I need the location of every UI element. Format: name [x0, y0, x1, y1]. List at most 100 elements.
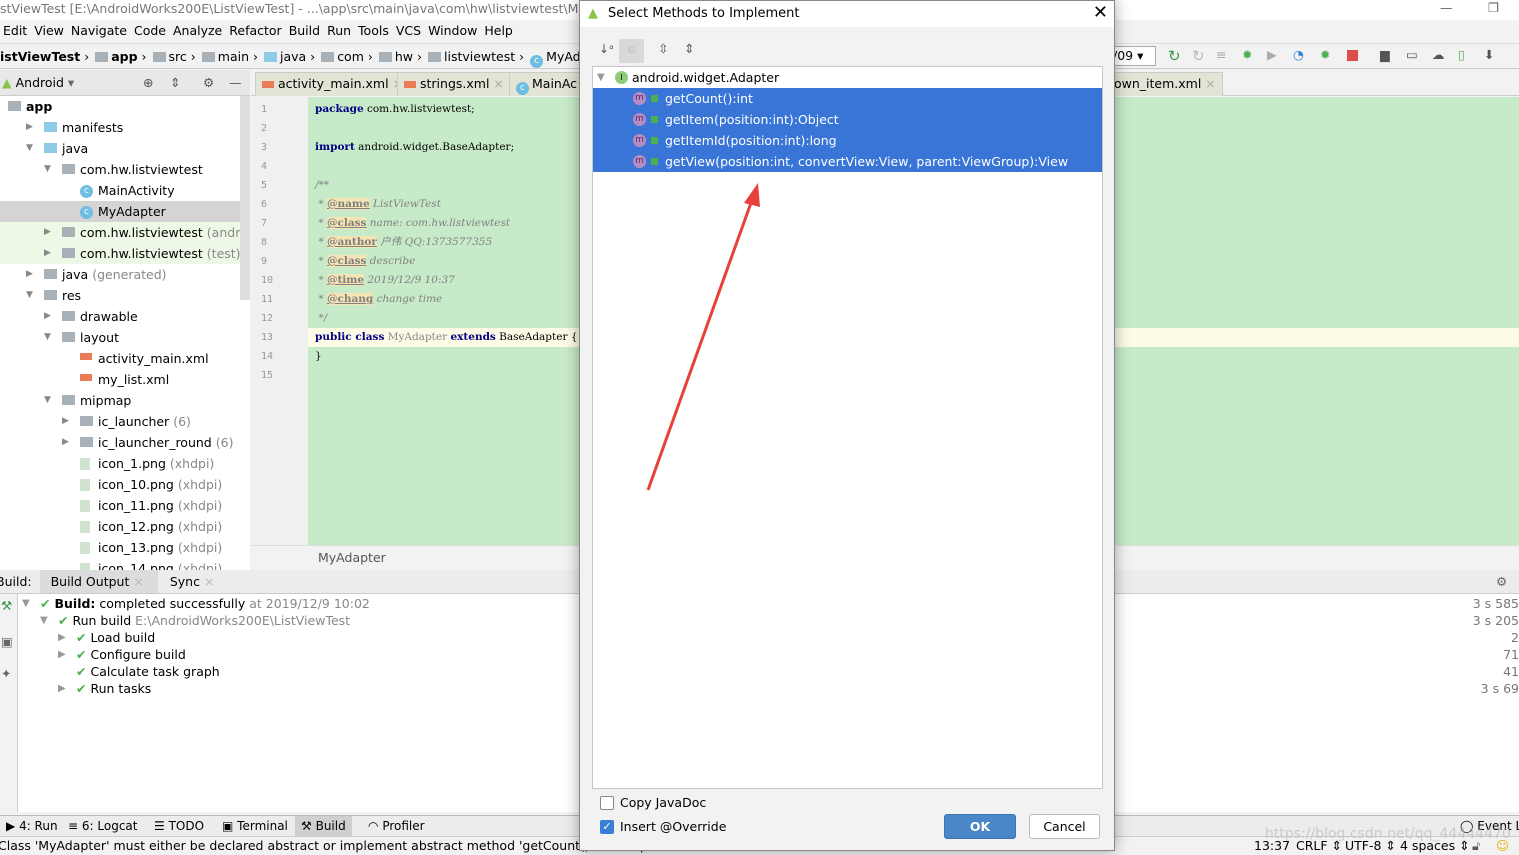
menu-edit[interactable]: Edit	[3, 23, 27, 38]
menu-view[interactable]: View	[34, 23, 64, 38]
tree-item[interactable]: ▶ com.hw.listviewtest (test)	[0, 243, 250, 264]
code-line[interactable]: * @time 2019/12/9 10:37	[315, 271, 455, 290]
collapse-arrow-icon[interactable]: ▶	[44, 243, 51, 264]
collapse-all-icon[interactable]: ⇕	[684, 41, 694, 56]
menu-run[interactable]: Run	[327, 23, 351, 38]
tool-tab-todo[interactable]: ☰ TODO	[148, 816, 210, 837]
apply-changes-icon[interactable]: ↻	[1168, 47, 1181, 65]
sort-alpha-icon[interactable]: ↓ᵃ	[599, 42, 614, 56]
expand-arrow-icon[interactable]: ▼	[44, 390, 51, 411]
tree-item[interactable]: icon_10.png (xhdpi)	[0, 474, 250, 495]
pin-icon[interactable]: ✦	[1, 666, 11, 681]
collapse-all-icon[interactable]: ⇕	[170, 70, 180, 96]
collapse-arrow-icon[interactable]: ▶	[62, 411, 69, 432]
tab-mainactivity[interactable]: c MainAc	[509, 72, 589, 96]
project-structure-icon[interactable]: ▆	[1380, 47, 1390, 62]
avd-manager-icon[interactable]: ▯	[1458, 47, 1465, 62]
expand-arrow-icon[interactable]: ▼	[26, 138, 33, 159]
menu-help[interactable]: Help	[484, 23, 513, 38]
terminal-run-icon[interactable]: ▭	[1406, 47, 1418, 62]
show-classes-icon[interactable]: ©	[619, 39, 644, 63]
collapse-arrow-icon[interactable]: ▶	[58, 629, 66, 646]
tree-item[interactable]: ▼ com.hw.listviewtest	[0, 159, 250, 180]
breadcrumb-item[interactable]: com ›	[321, 44, 373, 70]
collapse-arrow-icon[interactable]: ▶	[44, 222, 51, 243]
run-config-select[interactable]: /09 ▾	[1110, 46, 1156, 66]
chevron-down-icon[interactable]: ▾	[68, 75, 74, 90]
collapse-arrow-icon[interactable]: ▶	[26, 264, 33, 285]
console-icon[interactable]: ▣	[1, 634, 13, 649]
expand-arrow-icon[interactable]: ▼	[597, 67, 605, 88]
sdk-manager-icon[interactable]: ⬇	[1484, 47, 1494, 62]
tree-item[interactable]: icon_13.png (xhdpi)	[0, 537, 250, 558]
expand-arrow-icon[interactable]: ▼	[22, 595, 30, 612]
debug-icon[interactable]: ✹	[1242, 47, 1252, 62]
code-line[interactable]: package com.hw.listviewtest;	[315, 100, 475, 119]
menu-tools[interactable]: Tools	[358, 23, 389, 38]
tree-item[interactable]: ▼ res	[0, 285, 250, 306]
tree-item[interactable]: ▶ drawable	[0, 306, 250, 327]
tree-item[interactable]: icon_11.png (xhdpi)	[0, 495, 250, 516]
collapse-arrow-icon[interactable]: ▶	[58, 680, 66, 697]
code-line[interactable]: * @name ListViewTest	[315, 195, 441, 214]
code-line[interactable]: * @class name: com.hw.listviewtest	[315, 214, 510, 233]
code-line[interactable]: */	[315, 309, 327, 328]
collapse-arrow-icon[interactable]: ▶	[58, 646, 66, 663]
close-icon[interactable]: ✕	[1093, 1, 1108, 25]
locate-icon[interactable]: ⊕	[143, 70, 153, 96]
breadcrumb-item[interactable]: java ›	[264, 44, 315, 70]
tree-item[interactable]: ▼ java	[0, 138, 250, 159]
method-row[interactable]: m getView(position:int, convertView:View,…	[593, 151, 1102, 172]
tab-build-output[interactable]: Build Output ×	[39, 570, 158, 593]
restore-button[interactable]: ❐	[1488, 0, 1499, 15]
expand-arrow-icon[interactable]: ▼	[40, 612, 48, 629]
menu-refactor[interactable]: Refactor	[229, 23, 281, 38]
stop-icon[interactable]	[1347, 50, 1358, 61]
close-icon[interactable]: ×	[493, 76, 503, 91]
tree-item[interactable]: ▼ layout	[0, 327, 250, 348]
menu-vcs[interactable]: VCS	[396, 23, 421, 38]
tree-item[interactable]: app	[0, 96, 250, 117]
breadcrumb-item[interactable]: hw ›	[378, 44, 422, 70]
menu-navigate[interactable]: Navigate	[71, 23, 127, 38]
menu-analyze[interactable]: Analyze	[173, 23, 222, 38]
expand-arrow-icon[interactable]: ▼	[44, 327, 51, 348]
tree-item[interactable]: icon_14.png (xhdpi)	[0, 558, 250, 570]
menu-window[interactable]: Window	[428, 23, 477, 38]
attach-icon[interactable]: ▶	[1267, 47, 1277, 62]
tree-item[interactable]: activity_main.xml	[0, 348, 250, 369]
method-row[interactable]: m getItemId(position:int):long	[593, 130, 1102, 151]
copy-javadoc-checkbox[interactable]	[600, 796, 614, 810]
menu-build[interactable]: Build	[289, 23, 320, 38]
tab-item-xml[interactable]: own_item.xml ×	[1111, 72, 1223, 96]
breadcrumb-item[interactable]: src ›	[152, 44, 196, 70]
gear-icon[interactable]: ⚙	[203, 70, 214, 96]
expand-all-icon[interactable]: ⇳	[658, 41, 668, 56]
minimize-button[interactable]: —	[1440, 0, 1453, 15]
code-line[interactable]: * @class describe	[315, 252, 415, 271]
tree-item[interactable]: ▶ manifests	[0, 117, 250, 138]
collapse-arrow-icon[interactable]: ▶	[62, 432, 69, 453]
copy-javadoc-label[interactable]: Copy JavaDoc	[620, 795, 706, 810]
collapse-arrow-icon[interactable]: ▶	[44, 306, 51, 327]
breadcrumb-item[interactable]: listviewtest ›	[428, 44, 524, 70]
collapse-arrow-icon[interactable]: ▶	[26, 117, 33, 138]
tree-scrollbar[interactable]	[240, 96, 250, 300]
tree-item[interactable]: ▶ ic_launcher_round (6)	[0, 432, 250, 453]
rerun-icon[interactable]: ≡	[1216, 47, 1226, 62]
breadcrumb-item[interactable]: istViewTest ›	[0, 44, 89, 70]
tree-item[interactable]: c MyAdapter	[0, 201, 250, 222]
code-line[interactable]: }	[315, 347, 322, 366]
expand-arrow-icon[interactable]: ▼	[26, 285, 33, 306]
tool-tab-run[interactable]: ▶ 4: Run	[0, 816, 64, 837]
tree-item[interactable]: ▶ com.hw.listviewtest(androidTest)	[0, 222, 250, 243]
tab-activity-main[interactable]: activity_main.xml ×	[255, 72, 411, 96]
hide-icon[interactable]: —	[229, 70, 242, 96]
tree-item[interactable]: c MainActivity	[0, 180, 250, 201]
breadcrumb-item[interactable]: app ›	[95, 44, 147, 70]
close-icon[interactable]: ×	[1205, 76, 1215, 91]
tool-tab-build[interactable]: ⚒ Build	[295, 816, 352, 837]
close-icon[interactable]: ×	[204, 574, 214, 589]
profile-icon[interactable]: ◔	[1293, 47, 1304, 62]
tree-item[interactable]: ▶ java (generated)	[0, 264, 250, 285]
